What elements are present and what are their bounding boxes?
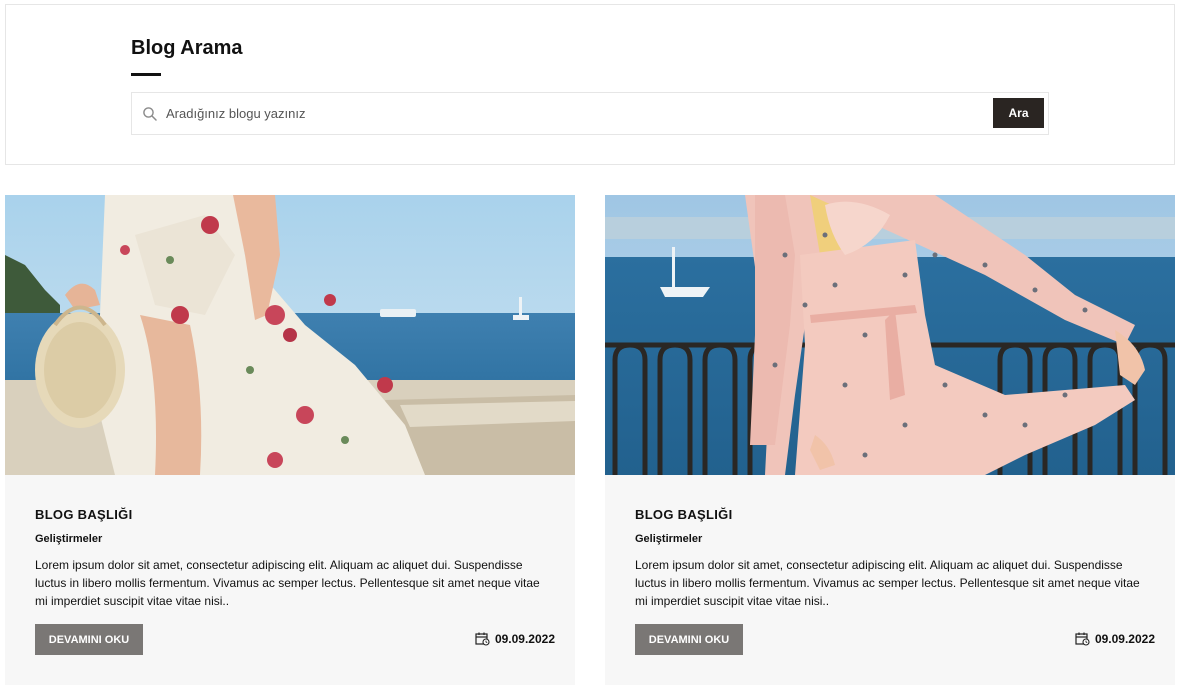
blog-image-pink-dress[interactable] [605,195,1175,475]
calendar-icon [1075,632,1090,646]
blog-excerpt: Lorem ipsum dolor sit amet, consectetur … [635,558,1140,608]
blog-date: 09.09.2022 [1075,632,1155,646]
blog-search-panel: Blog Arama Ara [5,4,1175,165]
blog-card: BLOG BAŞLIĞI Geliştirmeler Lorem ipsum d… [5,195,575,685]
blog-date: 09.09.2022 [475,632,555,646]
blog-category: Geliştirmeler [35,533,103,545]
blog-date-text: 09.09.2022 [494,632,555,646]
blog-image-floral-dress[interactable] [5,195,575,475]
calendar-icon [475,632,490,646]
title-underline [131,73,161,76]
read-more-button[interactable]: DEVAMINI OKU [635,624,743,655]
blog-title[interactable]: BLOG BAŞLIĞI [635,507,733,522]
search-button[interactable]: Ara [993,98,1044,128]
blog-title[interactable]: BLOG BAŞLIĞI [35,507,133,522]
blog-category: Geliştirmeler [635,533,703,545]
search-box: Ara [131,92,1049,135]
blog-excerpt: Lorem ipsum dolor sit amet, consectetur … [35,558,540,608]
search-icon [143,107,157,121]
blog-date-text: 09.09.2022 [1094,632,1155,646]
read-more-button[interactable]: DEVAMINI OKU [35,624,143,655]
search-title: Blog Arama [131,37,243,59]
blog-card: BLOG BAŞLIĞI Geliştirmeler Lorem ipsum d… [605,195,1175,685]
search-input[interactable] [166,94,986,133]
